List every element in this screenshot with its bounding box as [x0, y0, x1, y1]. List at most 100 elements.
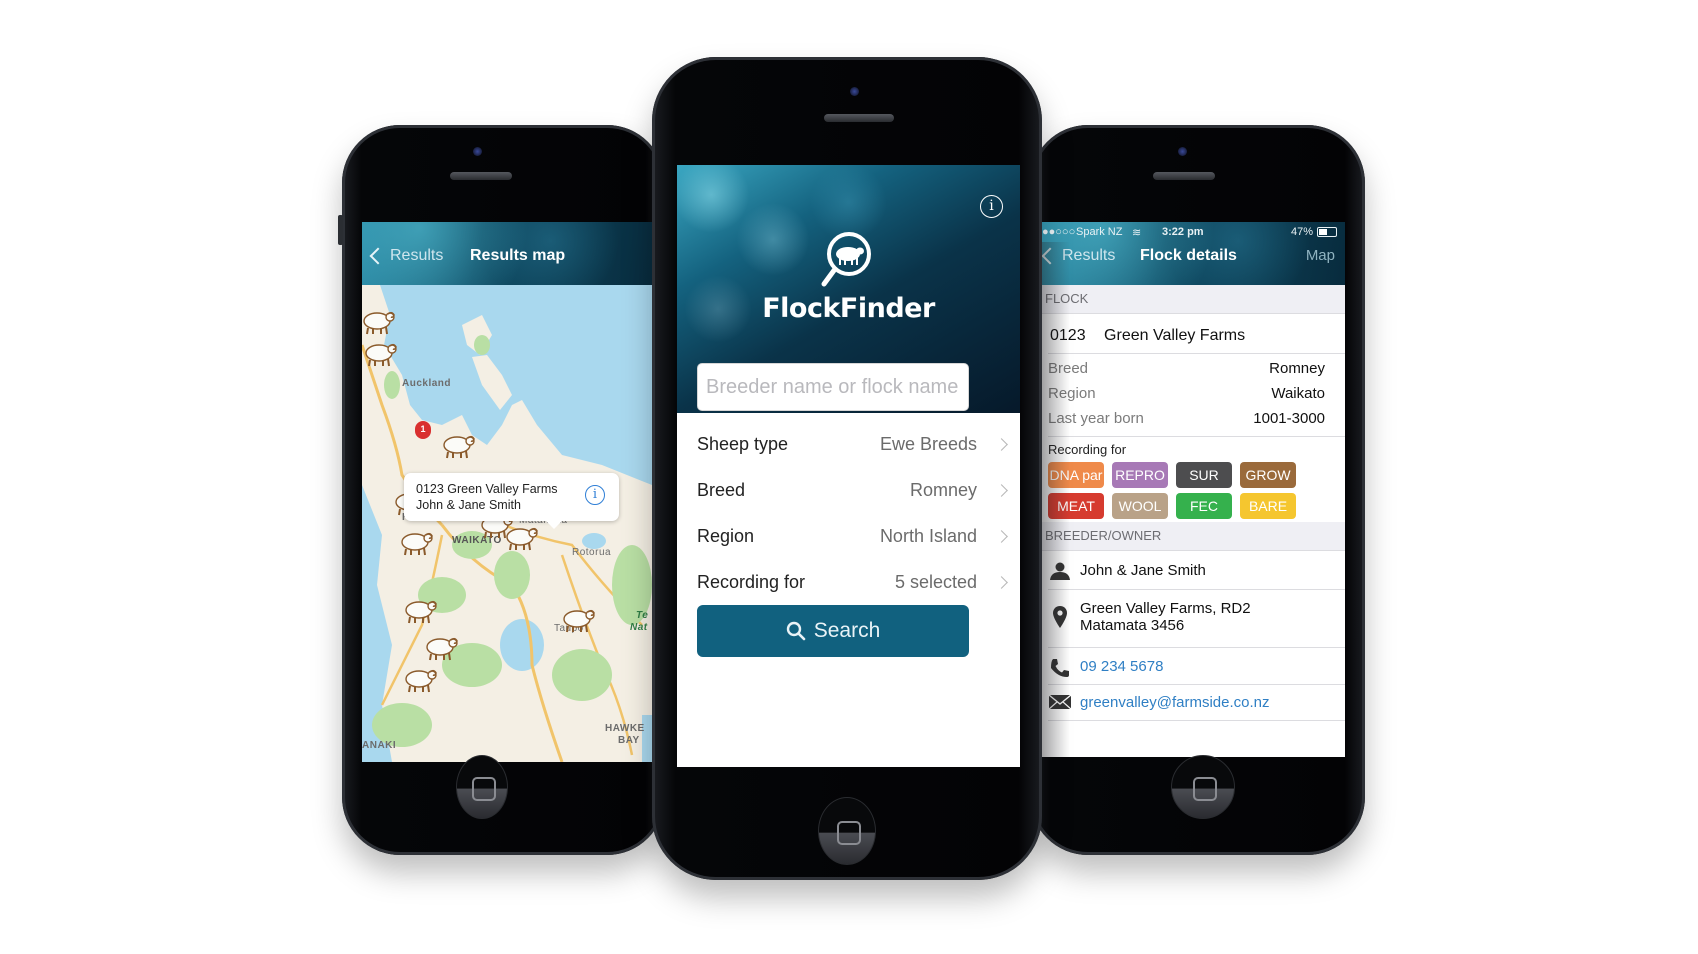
recording-tags: DNA par REPRO SUR GROW MEAT WOOL FEC BAR…: [1048, 462, 1296, 519]
chevron-right-icon: [995, 437, 1008, 451]
nav-bar: ●●○○○ Spark NZ ≋ 3:22 pm 47% Results Flo…: [1040, 222, 1345, 285]
tag-repro: REPRO: [1112, 462, 1168, 488]
email-link[interactable]: greenvalley@farmside.co.nz: [1080, 694, 1269, 711]
flock-name: Green Valley Farms: [1104, 327, 1246, 344]
row-value: Ewe Breeds: [879, 433, 977, 454]
row-region[interactable]: Region North Island: [697, 514, 1008, 558]
map-label-nat: Nat: [630, 622, 648, 633]
sheep-marker-icon[interactable]: [442, 433, 476, 459]
row-label: Sheep type: [697, 433, 789, 454]
map-link[interactable]: Map: [1306, 247, 1335, 264]
info-icon[interactable]: i: [585, 485, 605, 505]
wifi-icon: ≋: [1132, 227, 1142, 239]
row-label: Region: [697, 525, 755, 546]
sheep-marker-icon[interactable]: [562, 607, 596, 633]
sheep-marker-icon[interactable]: [362, 309, 396, 335]
nav-title: Results map: [470, 247, 566, 264]
search-screen: i FlockFinder Sheep type Ewe Breeds Bree…: [677, 165, 1020, 767]
status-bar: ●●○○○ Spark NZ ≋ 3:22 pm 47%: [1040, 222, 1345, 242]
callout-flock-name: 0123 Green Valley Farms: [416, 482, 558, 496]
info-icon[interactable]: i: [980, 195, 1003, 218]
divider: [1048, 353, 1345, 354]
detail-row-region: Region Waikato: [1048, 385, 1335, 402]
home-button: [456, 755, 508, 819]
row-recording-for[interactable]: Recording for 5 selected: [697, 560, 1008, 604]
map-cluster-pin[interactable]: 1: [415, 421, 431, 439]
detail-key: Breed: [1048, 360, 1089, 377]
back-button[interactable]: Results: [1041, 247, 1116, 265]
address: Green Valley Farms, RD2 Matamata 3456: [1080, 600, 1251, 634]
tag-bare: BARE: [1240, 493, 1296, 519]
results-map-screen: Results Results map Auckland WAIKATO Rot…: [362, 222, 652, 762]
tag-sur: SUR: [1176, 462, 1232, 488]
sheep-marker-icon[interactable]: [404, 598, 438, 624]
app-name: FlockFinder: [762, 293, 935, 324]
person-icon: [1048, 562, 1072, 580]
chevron-left-icon: [1041, 247, 1059, 265]
speaker-grille: [450, 172, 512, 180]
owner-row: John & Jane Smith: [1048, 562, 1345, 580]
phone-flock-details: ●●○○○ Spark NZ ≋ 3:22 pm 47% Results Flo…: [1030, 125, 1365, 855]
detail-key: Region: [1048, 385, 1096, 402]
sheep-marker-icon[interactable]: [404, 667, 438, 693]
chevron-left-icon: [369, 247, 387, 265]
row-label: Recording for: [697, 571, 806, 592]
phone-row[interactable]: 09 234 5678: [1048, 658, 1345, 678]
search-button-label: Search: [813, 619, 881, 642]
sheep-marker-icon[interactable]: [425, 635, 459, 661]
battery-percent: 47%: [1290, 226, 1313, 238]
map-label-te: Te: [636, 610, 649, 621]
detail-value: Waikato: [1271, 385, 1325, 402]
back-label: Results: [1062, 247, 1116, 264]
battery-icon: [1317, 227, 1337, 237]
sheep-marker-icon[interactable]: [400, 530, 434, 556]
callout-owner: John & Jane Smith: [416, 498, 521, 512]
front-camera: [473, 147, 482, 156]
row-value: North Island: [879, 525, 977, 546]
address-line-2: Matamata 3456: [1080, 617, 1185, 634]
back-button[interactable]: Results: [369, 247, 443, 265]
divider: [1048, 589, 1345, 590]
row-value: 5 selected: [894, 571, 977, 592]
carrier-label: Spark NZ: [1076, 226, 1123, 238]
divider: [1048, 684, 1345, 685]
email-row[interactable]: greenvalley@farmside.co.nz: [1048, 694, 1345, 711]
map-label-taranaki: ANAKI: [362, 740, 397, 751]
front-camera: [850, 87, 859, 96]
row-sheep-type[interactable]: Sheep type Ewe Breeds: [697, 422, 1008, 466]
chevron-right-icon: [995, 575, 1008, 589]
row-label: Breed: [697, 479, 746, 500]
location-pin-icon: [1048, 600, 1072, 628]
nav-bar: Results Results map: [362, 222, 652, 285]
map-view[interactable]: Auckland Hamilton Matamata WAIKATO Rotor…: [362, 285, 652, 762]
breeder-search-input[interactable]: [697, 363, 969, 411]
speaker-grille: [824, 114, 894, 122]
phone-icon: [1048, 658, 1072, 678]
detail-row-breed: Breed Romney: [1048, 360, 1335, 377]
flock-details-screen: ●●○○○ Spark NZ ≋ 3:22 pm 47% Results Flo…: [1040, 222, 1345, 757]
divider: [1048, 436, 1345, 437]
row-breed[interactable]: Breed Romney: [697, 468, 1008, 512]
address-row: Green Valley Farms, RD2 Matamata 3456: [1048, 600, 1345, 634]
tag-grow: GROW: [1240, 462, 1296, 488]
envelope-icon: [1048, 694, 1072, 710]
tag-fec: FEC: [1176, 493, 1232, 519]
recording-for-label: Recording for: [1048, 442, 1127, 457]
detail-key: Last year born: [1048, 410, 1144, 427]
map-callout[interactable]: 0123 Green Valley Farms John & Jane Smit…: [404, 473, 619, 529]
section-header-breeder: BREEDER/OWNER: [1040, 522, 1345, 551]
phone-number-link[interactable]: 09 234 5678: [1080, 658, 1163, 675]
search-button[interactable]: Search: [697, 605, 969, 657]
sheep-marker-icon[interactable]: [364, 341, 398, 367]
section-header-flock: FLOCK: [1040, 285, 1345, 314]
divider: [1048, 720, 1345, 721]
map-label-hawke: HAWKE: [605, 723, 645, 734]
chevron-right-icon: [995, 483, 1008, 497]
detail-row-last-year-born: Last year born 1001-3000: [1048, 410, 1335, 427]
flock-title: 0123 Green Valley Farms: [1050, 327, 1335, 345]
detail-value: Romney: [1269, 360, 1325, 377]
home-button: [1171, 755, 1235, 819]
signal-dots-icon: ●●○○○: [1042, 226, 1076, 238]
sheep-marker-icon[interactable]: [505, 525, 539, 551]
owner-name: John & Jane Smith: [1080, 562, 1206, 579]
